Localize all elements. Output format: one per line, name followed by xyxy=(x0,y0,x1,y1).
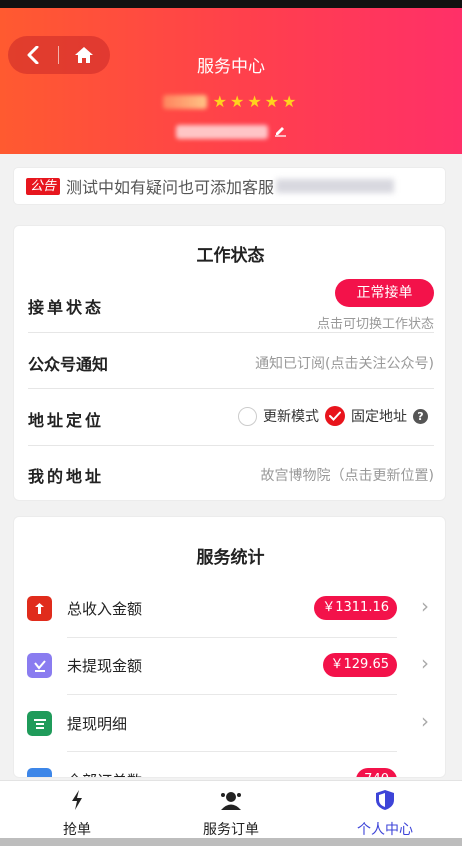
stat-row-orders[interactable]: 全部订单数 740 xyxy=(14,751,445,777)
stat-label: 全部订单数 xyxy=(67,770,142,777)
option-update-label[interactable]: 更新模式 xyxy=(263,406,319,426)
chevron-right-icon: › xyxy=(421,709,429,733)
stat-row-income[interactable]: 总收入金额 ￥1311.16 › xyxy=(14,579,445,636)
option-fixed-label[interactable]: 固定地址 xyxy=(351,406,407,426)
address-value[interactable]: 故宫博物院（点击更新位置) xyxy=(261,465,434,485)
location-options: 更新模式 固定地址 ? xyxy=(238,406,428,426)
service-stats-card: 服务统计 总收入金额 ￥1311.16 › 未提现金额 ￥129.65 › 提现… xyxy=(13,516,446,778)
profile-subline xyxy=(0,122,462,141)
tab-grab-order[interactable]: 抢单 xyxy=(0,781,154,838)
income-icon xyxy=(27,596,52,621)
blurred-contact xyxy=(276,179,395,193)
chevron-right-icon: › xyxy=(421,594,429,618)
bottom-strip xyxy=(0,838,462,846)
notice-tag: 公告 xyxy=(26,177,61,195)
location-row: 地址定位 更新模式 固定地址 ? xyxy=(28,389,434,445)
stat-label: 总收入金额 xyxy=(67,600,143,618)
work-status-card: 工作状态 接单状态 正常接单 点击可切换工作状态 公众号通知 通知已订阅(点击关… xyxy=(13,225,446,501)
chevron-right-icon: › xyxy=(421,651,429,675)
edit-icon[interactable] xyxy=(274,122,287,141)
wechat-notify-row[interactable]: 公众号通知 通知已订阅(点击关注公众号) xyxy=(28,333,434,389)
bottom-tab-bar: 抢单 服务订单 个人中心 xyxy=(0,780,462,838)
radio-fixed-address[interactable] xyxy=(325,406,345,426)
radio-update-mode[interactable] xyxy=(238,406,257,426)
lightning-icon xyxy=(0,789,154,813)
notice-bar[interactable]: 公告 测试中如有疑问也可添加客服 xyxy=(13,167,446,205)
stat-amount-badge: 740 xyxy=(356,768,397,777)
notice-text: 测试中如有疑问也可添加客服 xyxy=(66,178,275,197)
rating-row: ★★★★★ xyxy=(0,92,462,111)
order-status-hint: 点击可切换工作状态 xyxy=(316,317,434,332)
page-header: 服务中心 ★★★★★ xyxy=(0,8,462,154)
address-label: 我的地址 xyxy=(28,467,105,486)
stat-amount-badge: ￥129.65 xyxy=(322,653,397,677)
stat-row-withdraw-detail[interactable]: 提现明细 › xyxy=(14,694,445,751)
rating-stars: ★★★★★ xyxy=(212,92,300,111)
blurred-phone xyxy=(175,124,268,139)
stat-label: 提现明细 xyxy=(67,715,128,733)
wechat-notify-label: 公众号通知 xyxy=(28,355,109,374)
stat-amount-badge: ￥1311.16 xyxy=(314,596,397,620)
tab-service-orders[interactable]: 服务订单 xyxy=(154,781,308,838)
shield-icon xyxy=(308,789,462,813)
tab-personal-center[interactable]: 个人中心 xyxy=(308,781,462,838)
statement-icon xyxy=(27,711,52,736)
service-order-icon xyxy=(154,789,308,813)
address-row[interactable]: 我的地址 故宫博物院（点击更新位置) xyxy=(28,446,434,500)
status-bar-strip xyxy=(0,0,462,8)
order-status-label: 接单状态 xyxy=(28,298,105,317)
wallet-icon xyxy=(27,653,52,678)
orders-icon xyxy=(27,768,52,777)
service-stats-title: 服务统计 xyxy=(196,548,265,568)
page-title: 服务中心 xyxy=(197,57,265,77)
order-status-toggle-button[interactable]: 正常接单 xyxy=(335,279,434,307)
wechat-notify-value[interactable]: 通知已订阅(点击关注公众号) xyxy=(255,353,434,373)
location-label: 地址定位 xyxy=(28,411,105,430)
order-status-row: 接单状态 正常接单 点击可切换工作状态 xyxy=(28,279,434,332)
stat-label: 未提现金额 xyxy=(67,657,143,675)
check-icon xyxy=(329,411,341,421)
work-status-title: 工作状态 xyxy=(196,246,265,266)
tab-label: 服务订单 xyxy=(203,822,259,838)
help-icon[interactable]: ? xyxy=(413,408,428,424)
tab-label: 个人中心 xyxy=(357,822,413,838)
stat-row-unwithdrawn[interactable]: 未提现金额 ￥129.65 › xyxy=(14,637,445,694)
blurred-username xyxy=(162,94,207,109)
tab-label: 抢单 xyxy=(63,822,91,838)
